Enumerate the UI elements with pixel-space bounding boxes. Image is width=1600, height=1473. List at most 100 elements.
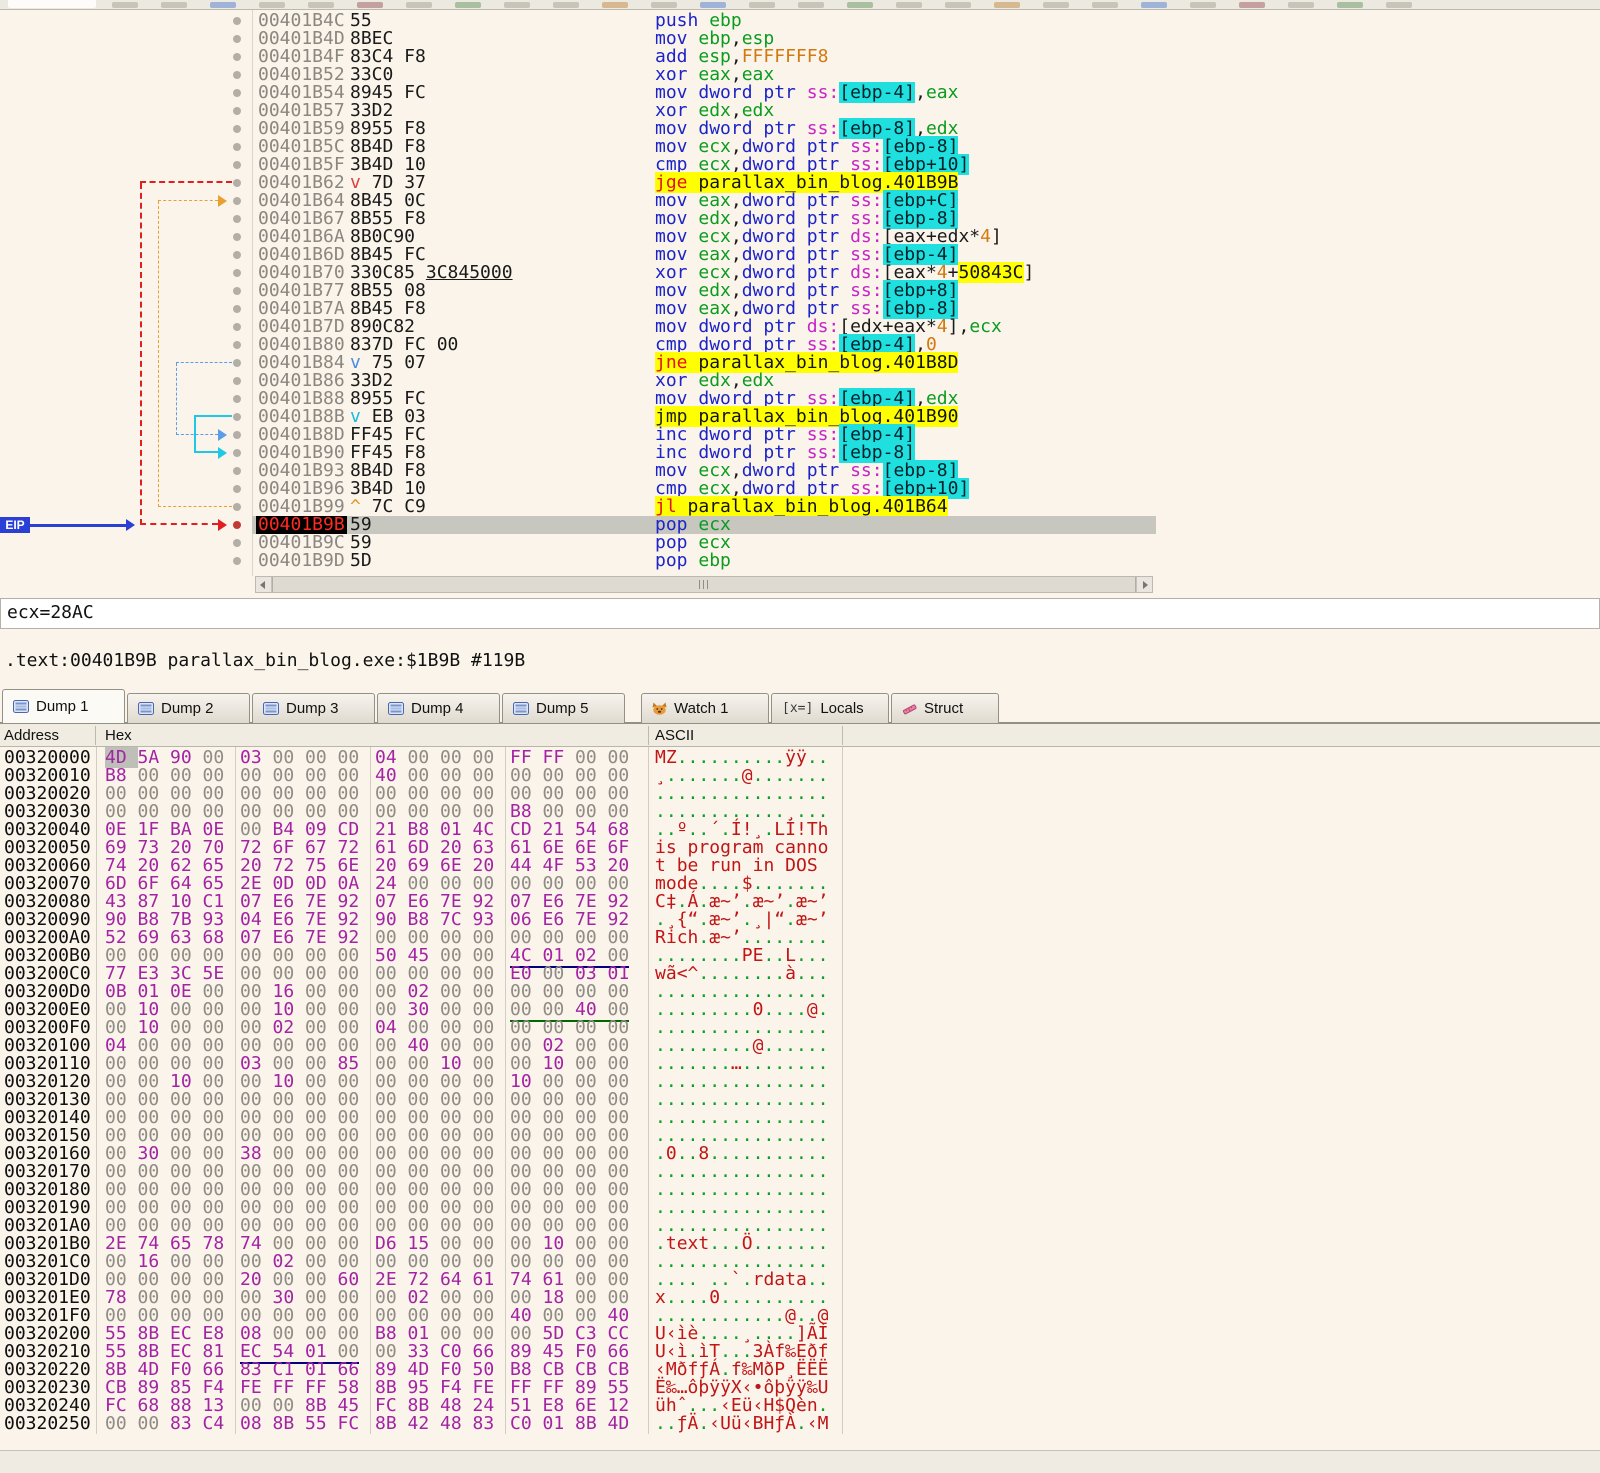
toolbar-icon-stub[interactable]	[308, 2, 334, 8]
breakpoint-dot[interactable]	[233, 179, 241, 187]
breakpoint-dot[interactable]	[233, 269, 241, 277]
disasm-row[interactable]: 00401B57 33D2 xor edx,edx	[0, 102, 1160, 120]
toolbar-icon-stub[interactable]	[847, 2, 873, 8]
breakpoint-dot[interactable]	[233, 557, 241, 565]
breakpoint-dot[interactable]	[233, 395, 241, 403]
breakpoint-dot[interactable]	[233, 341, 241, 349]
breakpoint-dot[interactable]	[233, 233, 241, 241]
disasm-row[interactable]: 00401B8D FF45 FC inc dword ptr ss:[ebp-4]	[0, 424, 1160, 445]
disasm-row[interactable]: 00401B77 8B55 08 mov edx,dword ptr ss:[ebp…	[0, 280, 1160, 301]
hex-byte[interactable]: C4	[203, 1413, 225, 1434]
toolbar-icon-stub[interactable]	[1337, 2, 1363, 8]
breakpoint-dot[interactable]	[233, 431, 241, 439]
breakpoint-dot[interactable]	[233, 377, 241, 385]
breakpoint-dot[interactable]	[233, 503, 241, 511]
toolbar-icon-stub[interactable]	[553, 2, 579, 8]
toolbar-icon-stub[interactable]	[406, 2, 432, 8]
hex-byte[interactable]: 83	[473, 1413, 495, 1434]
breakpoint-dot[interactable]	[233, 107, 241, 115]
hex-byte[interactable]: FC	[338, 1413, 360, 1434]
toolbar-icon-stub[interactable]	[259, 2, 285, 8]
toolbar-icon-stub[interactable]	[455, 2, 481, 8]
toolbar-icon-stub[interactable]	[1239, 2, 1265, 8]
hex-byte[interactable]: 83	[170, 1413, 203, 1434]
disasm-row[interactable]: 00401B9B 59 pop ecx	[0, 516, 1160, 534]
toolbar-icon-stub[interactable]	[994, 2, 1020, 8]
header-separator[interactable]	[648, 726, 649, 745]
toolbar-icon-stub[interactable]	[1190, 2, 1216, 8]
hex-byte[interactable]: 8B	[273, 1413, 306, 1434]
breakpoint-dot[interactable]	[233, 35, 241, 43]
disasm-row[interactable]: 00401B9C 59 pop ecx	[0, 534, 1160, 552]
tab-dump-5[interactable]: Dump 5	[502, 693, 625, 723]
breakpoint-dot[interactable]	[233, 449, 241, 457]
tab-dump-4[interactable]: Dump 4	[377, 693, 500, 723]
toolbar-icon-stub[interactable]	[1386, 2, 1412, 8]
disasm-row[interactable]: 00401B9D 5D pop ebp	[0, 552, 1160, 570]
disasm-row[interactable]: 00401B64 8B45 0C mov eax,dword ptr ss:[ebp…	[0, 190, 1160, 211]
toolbar-icon-stub[interactable]	[602, 2, 628, 8]
breakpoint-dot[interactable]	[233, 161, 241, 169]
disasm-row[interactable]: 00401B90 FF45 F8 inc dword ptr ss:[ebp-8]	[0, 442, 1160, 463]
disasm-row[interactable]: 00401B93 8B4D F8 mov ecx,dword ptr ss:[ebp…	[0, 460, 1160, 481]
disasm-row[interactable]: 00401B52 33C0 xor eax,eax	[0, 66, 1160, 84]
disasm-row[interactable]: 00401B4C 55 push ebp	[0, 12, 1160, 30]
breakpoint-dot[interactable]	[233, 359, 241, 367]
toolbar-icon-stub[interactable]	[651, 2, 677, 8]
breakpoint-dot[interactable]	[233, 323, 241, 331]
breakpoint-dot[interactable]	[233, 215, 241, 223]
toolbar-icon-stub[interactable]	[1288, 2, 1314, 8]
hex-byte[interactable]: 00	[105, 1413, 138, 1434]
disasm-row[interactable]: 00401B4F 83C4 F8 add esp,FFFFFFF8	[0, 48, 1160, 66]
disasm-row[interactable]: 00401B6A 8B0C90 mov ecx,dword ptr ds:[eax+…	[0, 228, 1160, 246]
toolbar-icon-stub[interactable]	[357, 2, 383, 8]
toolbar-icon-stub[interactable]	[1043, 2, 1069, 8]
breakpoint-dot[interactable]	[233, 521, 241, 529]
tab-dump-2[interactable]: Dump 2	[127, 693, 250, 723]
hex-byte[interactable]: 00	[138, 1413, 171, 1434]
hex-byte[interactable]: 8B	[575, 1413, 608, 1434]
hex-byte[interactable]: 48	[440, 1413, 473, 1434]
disasm-row[interactable]: 00401B99 ^ 7C C9 jl parallax_bin_blog.401B…	[0, 496, 1160, 517]
hex-byte[interactable]: 55	[305, 1413, 338, 1434]
breakpoint-dot[interactable]	[233, 143, 241, 151]
breakpoint-dot[interactable]	[233, 251, 241, 259]
column-header-address[interactable]: Address	[4, 727, 59, 744]
disasm-row[interactable]: 00401B5C 8B4D F8 mov ecx,dword ptr ss:[ebp…	[0, 136, 1160, 157]
disasm-row[interactable]: 00401B84 v 75 07 jne parallax_bin_blog.401…	[0, 352, 1160, 373]
column-header-ascii[interactable]: ASCII	[655, 727, 694, 744]
breakpoint-dot[interactable]	[233, 125, 241, 133]
breakpoint-dot[interactable]	[233, 71, 241, 79]
toolbar-icon-stub[interactable]	[749, 2, 775, 8]
toolbar-icon-stub[interactable]	[1141, 2, 1167, 8]
disasm-row[interactable]: 00401B54 8945 FC mov dword ptr ss:[ebp-4],…	[0, 82, 1160, 103]
scrollbar-thumb[interactable]	[272, 577, 1136, 592]
disasm-row[interactable]: 00401B96 3B4D 10 cmp ecx,dword ptr ss:[ebp…	[0, 478, 1160, 499]
tab-struct[interactable]: Struct	[891, 693, 999, 723]
toolbar-icon-stub[interactable]	[112, 2, 138, 8]
hex-byte[interactable]: 8B	[375, 1413, 408, 1434]
breakpoint-dot[interactable]	[233, 89, 241, 97]
breakpoint-dot[interactable]	[233, 305, 241, 313]
hex-byte[interactable]: 42	[408, 1413, 441, 1434]
tab-dump-3[interactable]: Dump 3	[252, 693, 375, 723]
breakpoint-dot[interactable]	[233, 485, 241, 493]
toolbar-icon-stub[interactable]	[504, 2, 530, 8]
disasm-row[interactable]: 00401B7D 890C82 mov dword ptr ds:[edx+eax*…	[0, 318, 1160, 336]
toolbar-icon-stub[interactable]	[798, 2, 824, 8]
hex-byte[interactable]: 4D	[608, 1413, 630, 1434]
tab-watch-1[interactable]: Watch 1	[641, 693, 769, 723]
breakpoint-dot[interactable]	[233, 287, 241, 295]
hex-byte[interactable]: 01	[543, 1413, 576, 1434]
header-separator[interactable]	[842, 726, 843, 745]
hex-byte[interactable]: C0	[510, 1413, 543, 1434]
disasm-row[interactable]: 00401B88 8955 FC mov dword ptr ss:[ebp-4],…	[0, 388, 1160, 409]
breakpoint-dot[interactable]	[233, 539, 241, 547]
toolbar-icon-stub[interactable]	[945, 2, 971, 8]
breakpoint-dot[interactable]	[233, 17, 241, 25]
toolbar-icon-stub[interactable]	[210, 2, 236, 8]
toolbar-icon-stub[interactable]	[1092, 2, 1118, 8]
toolbar-icon-stub[interactable]	[8, 0, 96, 8]
disasm-row[interactable]: 00401B59 8955 F8 mov dword ptr ss:[ebp-8],…	[0, 118, 1160, 139]
disasm-row[interactable]: 00401B62 v 7D 37 jge parallax_bin_blog.401…	[0, 172, 1160, 193]
